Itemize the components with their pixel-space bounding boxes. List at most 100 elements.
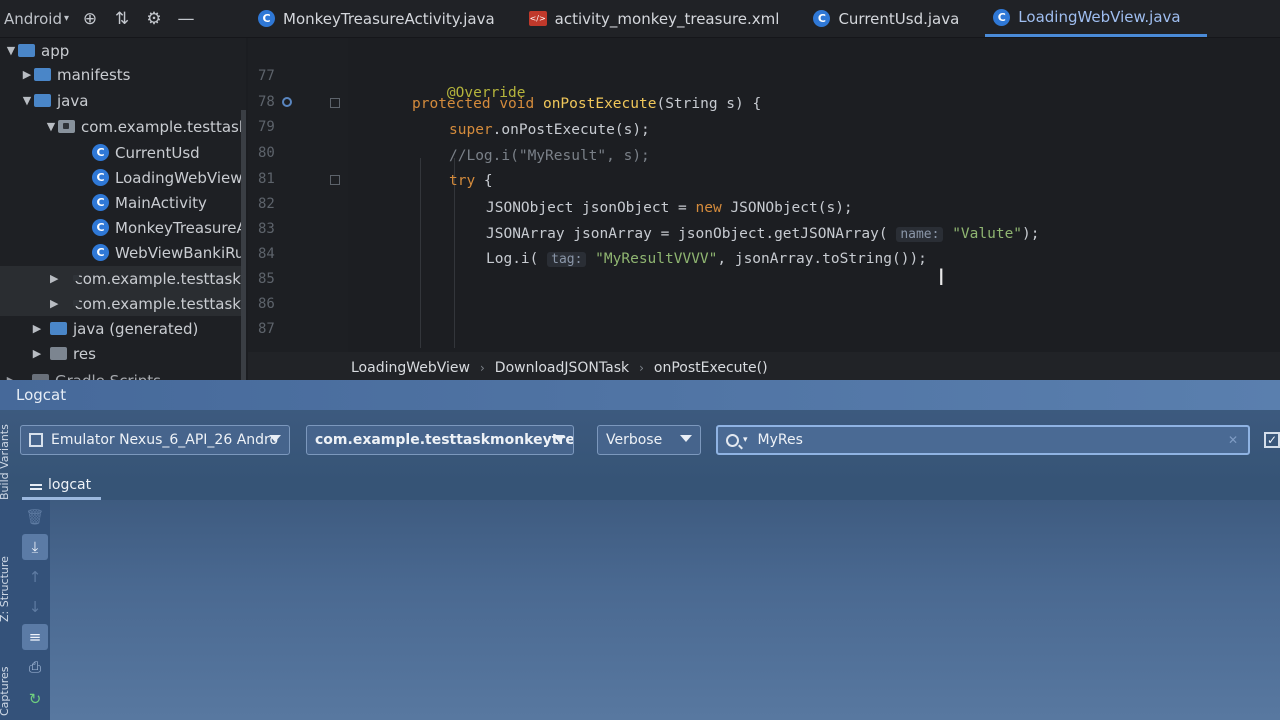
tree-item-package-android-test[interactable]: ▶ com.example.testtaskm [0, 291, 246, 316]
logcat-search-input[interactable]: ▾ MyRes ✕ [716, 425, 1250, 455]
project-tree: ▼ app ▶ manifests ▼ java ▼ com.example.t… [0, 38, 246, 380]
trash-icon[interactable]: 🗑 [22, 504, 48, 530]
tree-item-label: com.example.testtaskm [81, 117, 246, 136]
close-icon[interactable]: ✕ [1228, 433, 1238, 447]
chevron-down-icon[interactable]: ▾ [743, 435, 748, 445]
chevron-down-icon [553, 435, 565, 442]
tree-item-current-usd[interactable]: C CurrentUsd [92, 140, 200, 165]
tree-item-manifests[interactable]: ▶ manifests [20, 62, 131, 87]
package-select-value: com.example.testtaskmonkeytrea [315, 432, 574, 448]
line-number: 81 [258, 171, 275, 187]
code-editor[interactable]: @Override protected void onPostExecute(S… [348, 38, 1280, 352]
restart-icon[interactable]: ↻ [22, 686, 48, 712]
chevron-down-icon[interactable]: ▼ [20, 94, 34, 107]
regex-checkbox[interactable]: ✓ [1264, 432, 1280, 448]
breadcrumb-item[interactable]: onPostExecute() [654, 360, 768, 376]
breadcrumb-item[interactable]: LoadingWebView [351, 360, 470, 376]
tree-item-java[interactable]: ▼ java [20, 88, 89, 113]
minimize-icon[interactable]: — [175, 9, 197, 29]
tree-item-package-test[interactable]: ▶ com.example.testtaskm [0, 266, 246, 291]
code-line-80: //Log.i("MyResult", s); [449, 148, 650, 164]
code-text: { [475, 173, 493, 189]
side-label-structure[interactable]: Z: Structure [0, 556, 11, 622]
device-select[interactable]: Emulator Nexus_6_API_26 Andro [20, 425, 290, 455]
code-text: JSONArray jsonArray = jsonObject.getJSON… [486, 226, 888, 242]
tab-monkey-treasure-activity[interactable]: C MonkeyTreasureActivity.java [250, 0, 521, 37]
tree-item-label: LoadingWebView [115, 168, 243, 187]
line-number: 78 [258, 94, 275, 110]
device-select-value: Emulator Nexus_6_API_26 Andro [51, 432, 279, 448]
fold-icon[interactable] [330, 175, 340, 185]
tree-item-package[interactable]: ▼ com.example.testtaskm [44, 114, 246, 139]
tree-item-web-view-banki-ru[interactable]: C WebViewBankiRu [92, 240, 244, 265]
chevron-down-icon[interactable]: ▼ [44, 120, 58, 133]
list-icon [30, 483, 42, 486]
tree-item-label: app [41, 41, 70, 60]
tree-item-loading-web-view[interactable]: C LoadingWebView [92, 165, 242, 190]
code-text: JSONObject jsonObject = [486, 200, 696, 216]
tree-item-label: CurrentUsd [115, 143, 200, 162]
tab-current-usd[interactable]: C CurrentUsd.java [805, 0, 985, 37]
chevron-down-icon[interactable]: ▼ [4, 44, 18, 57]
xml-icon: </> [528, 11, 547, 26]
breadcrumb-item[interactable]: DownloadJSONTask [495, 360, 629, 376]
gear-icon[interactable]: ⚙ [143, 9, 165, 29]
chevron-right-icon: › [639, 361, 644, 375]
override-marker-icon[interactable] [282, 97, 292, 107]
tree-item-res[interactable]: ▶ res [30, 341, 96, 366]
log-level-value: Verbose [606, 432, 663, 448]
soft-wrap-icon[interactable]: ≡ [22, 624, 48, 650]
tree-item-app[interactable]: ▼ app [4, 38, 69, 63]
logcat-tabs: logcat [0, 472, 1280, 500]
line-number: 86 [258, 296, 275, 312]
project-view-selector[interactable]: Android ▾ [4, 10, 69, 28]
tree-item-label: java (generated) [73, 319, 199, 338]
fold-icon[interactable] [330, 98, 340, 108]
scroll-to-end-icon[interactable]: ⤓ [22, 534, 48, 560]
class-icon: C [92, 219, 109, 236]
package-select[interactable]: com.example.testtaskmonkeytrea [306, 425, 574, 455]
tab-activity-monkey-treasure-xml[interactable]: </> activity_monkey_treasure.xml [521, 0, 806, 37]
line-number: 85 [258, 271, 275, 287]
arrow-down-icon[interactable]: ↓ [22, 594, 48, 620]
tab-loading-web-view[interactable]: C LoadingWebView.java [985, 0, 1207, 37]
line-number: 80 [258, 145, 275, 161]
tree-item-label: com.example.testtaskm [74, 269, 246, 288]
chevron-down-icon [269, 435, 281, 442]
string-literal: "Valute" [952, 226, 1023, 242]
code-text: Log.i( [486, 251, 539, 267]
tree-item-java-generated[interactable]: ▶ java (generated) [30, 316, 199, 341]
chevron-right-icon[interactable]: ▶ [20, 68, 34, 81]
keyword: protected [412, 96, 491, 112]
tab-label: activity_monkey_treasure.xml [554, 9, 780, 28]
chevron-right-icon[interactable]: ▶ [30, 322, 44, 335]
logcat-sidebar: 🗑 ⤓ ↑ ↓ ≡ ⎙ ↻ Build Variants Z: Structur… [0, 424, 50, 720]
chevron-right-icon[interactable]: ▶ [30, 347, 44, 360]
tree-item-main-activity[interactable]: C MainActivity [92, 190, 207, 215]
tree-scrollbar[interactable] [241, 110, 246, 380]
chevron-down-icon [680, 435, 692, 442]
tree-item-label: com.example.testtaskm [74, 294, 246, 313]
keyword: try [449, 173, 476, 189]
class-icon: C [92, 144, 109, 161]
tab-logcat[interactable]: logcat [22, 472, 102, 500]
chevron-right-icon[interactable]: ▶ [50, 297, 58, 310]
logcat-output[interactable] [50, 500, 1280, 720]
side-label-captures[interactable]: Captures [0, 667, 11, 716]
code-line-79: super.onPostExecute(s); [449, 122, 650, 138]
target-icon[interactable]: ⊕ [79, 9, 101, 29]
chevron-right-icon[interactable]: ▶ [50, 272, 58, 285]
print-icon[interactable]: ⎙ [22, 654, 48, 680]
line-number: 82 [258, 196, 275, 212]
collapse-icon[interactable]: ⇅ [111, 9, 133, 29]
chevron-right-icon: › [479, 361, 485, 375]
side-label-build-variants[interactable]: Build Variants [0, 424, 11, 500]
logcat-panel: Logcat Emulator Nexus_6_API_26 Andro com… [0, 380, 1280, 720]
tree-item-gradle-scripts[interactable]: ▶ Gradle Scripts [4, 368, 161, 380]
class-icon: C [92, 194, 109, 211]
tree-item-monkey-treasure-activity[interactable]: C MonkeyTreasureAct [92, 215, 246, 240]
class-icon: C [92, 244, 109, 261]
log-level-select[interactable]: Verbose [597, 425, 701, 455]
arrow-up-icon[interactable]: ↑ [22, 564, 48, 590]
class-icon: C [258, 10, 275, 27]
